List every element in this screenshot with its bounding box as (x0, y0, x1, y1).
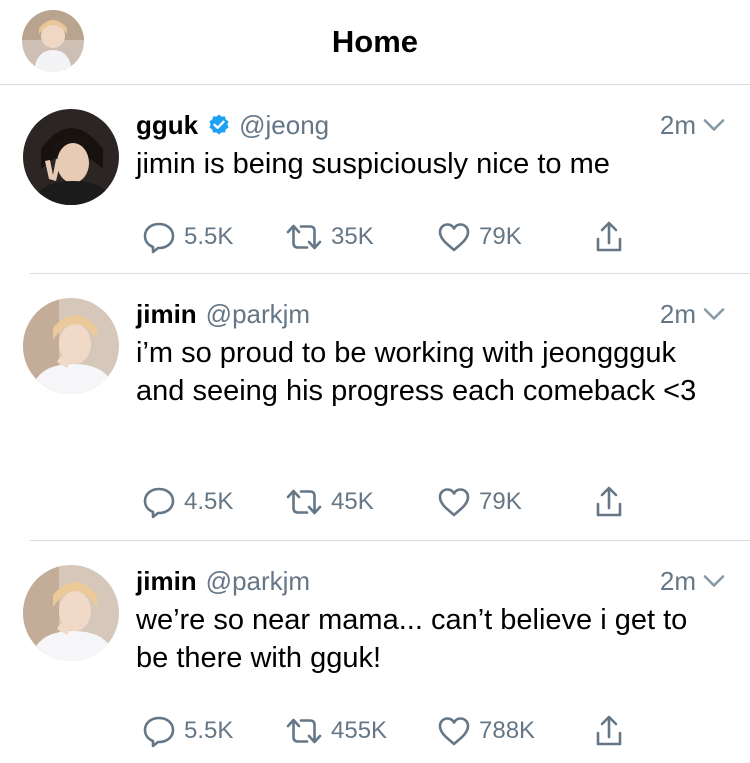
retweet-button[interactable]: 35K (285, 221, 374, 253)
retweet-count: 35K (331, 223, 374, 250)
page-title: Home (331, 24, 419, 59)
reply-count: 5.5K (184, 717, 234, 744)
user-avatar[interactable] (23, 565, 119, 661)
share-button[interactable] (594, 485, 624, 519)
user-avatar[interactable] (23, 298, 119, 394)
app-header: Home (0, 0, 750, 85)
heart-icon (438, 488, 470, 517)
share-icon (596, 715, 622, 746)
display-name[interactable]: jimin (136, 566, 197, 597)
tweet-text: we’re so near mama... can’t believe i ge… (136, 604, 688, 674)
user-avatar[interactable] (23, 109, 119, 205)
like-count: 788K (479, 717, 536, 744)
retweet-button[interactable]: 45K (285, 486, 374, 518)
reply-button[interactable]: 4.5K (142, 485, 233, 519)
share-button[interactable] (594, 220, 624, 254)
chevron-down-icon[interactable] (702, 113, 726, 137)
like-button[interactable]: 79K (437, 221, 522, 253)
user-handle[interactable]: @parkjm (206, 566, 310, 597)
like-button[interactable]: 788K (437, 715, 535, 747)
reply-button[interactable]: 5.5K (142, 714, 233, 748)
reply-count: 5.5K (184, 223, 234, 250)
profile-avatar[interactable] (22, 10, 84, 72)
reply-icon (143, 716, 175, 748)
retweet-count: 45K (331, 488, 374, 515)
tweet-text: jimin is being suspiciously nice to me (136, 148, 610, 180)
retweet-icon (286, 224, 322, 250)
share-button[interactable] (594, 714, 624, 748)
user-handle[interactable]: @parkjm (206, 299, 310, 330)
tweet[interactable]: gguk @jeong 2m jimin is being suspicious… (0, 85, 750, 274)
chevron-down-icon[interactable] (702, 302, 726, 326)
reply-button[interactable]: 5.5K (142, 220, 233, 254)
retweet-count: 455K (331, 717, 388, 744)
tweet-text: i’m so proud to be working with jeongggu… (136, 337, 697, 407)
reply-count: 4.5K (184, 488, 234, 515)
display-name[interactable]: jimin (136, 299, 197, 330)
like-count: 79K (479, 488, 522, 515)
verified-badge-icon (209, 114, 229, 135)
user-handle[interactable]: @jeong (239, 110, 329, 141)
retweet-icon (286, 489, 322, 515)
tweet-time: 2m (659, 565, 696, 596)
tweet-time: 2m (659, 109, 696, 140)
reply-icon (143, 487, 175, 519)
reply-icon (143, 222, 175, 254)
like-count: 79K (479, 223, 522, 250)
heart-icon (438, 223, 470, 252)
retweet-button[interactable]: 455K (285, 715, 387, 747)
tweet[interactable]: jimin @parkjm 2m we’re so near mama... c… (0, 541, 750, 763)
chevron-down-icon[interactable] (702, 569, 726, 593)
tweet[interactable]: jimin @parkjm 2m i’m so proud to be work… (0, 274, 750, 541)
display-name[interactable]: gguk (136, 110, 198, 141)
share-icon (596, 221, 622, 252)
share-icon (596, 486, 622, 517)
like-button[interactable]: 79K (437, 486, 522, 518)
heart-icon (438, 717, 470, 746)
retweet-icon (286, 718, 322, 744)
tweet-time: 2m (659, 298, 696, 329)
